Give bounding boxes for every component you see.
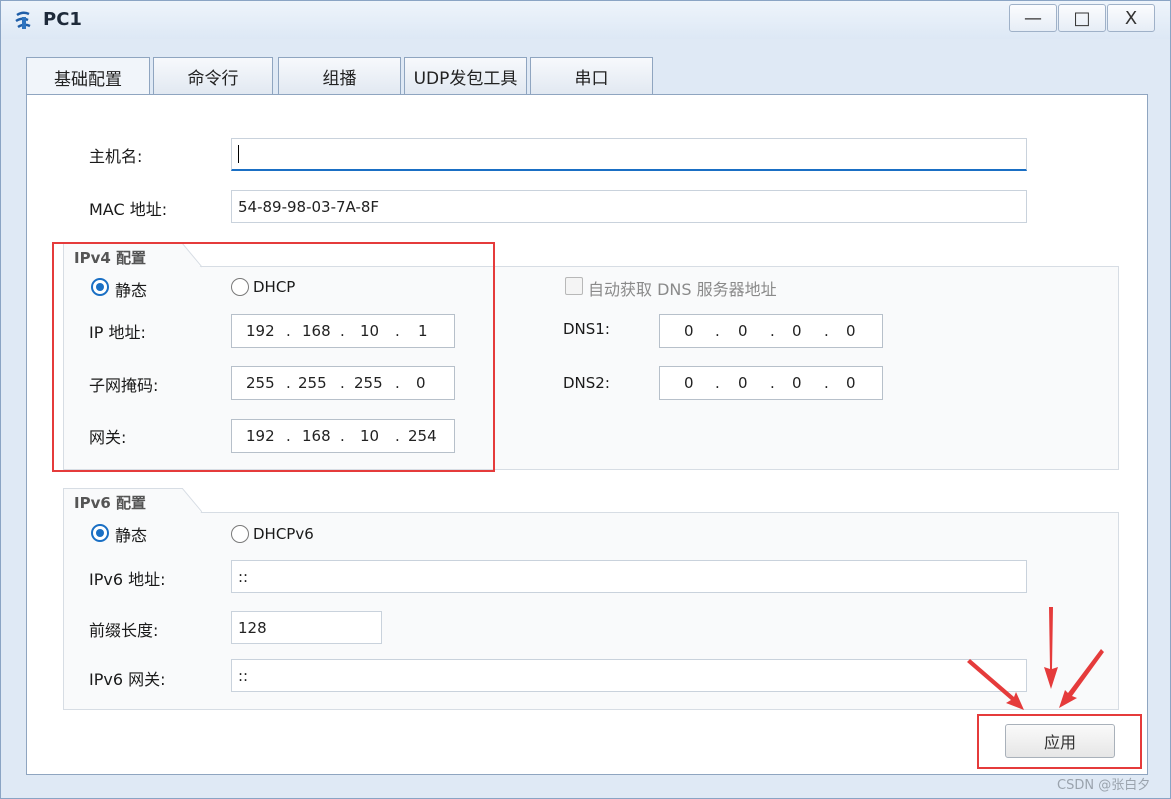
ipv4-highlight-box <box>52 242 495 472</box>
tab-command-line[interactable]: 命令行 <box>153 57 273 95</box>
dns2-octet-1: 0 <box>684 374 694 392</box>
close-icon: X <box>1124 7 1138 29</box>
ipv6-gateway-label: IPv6 网关: <box>89 670 166 689</box>
ipv6-address-label: IPv6 地址: <box>89 570 166 589</box>
title-bar[interactable]: PC1 — □ X <box>1 1 1170 39</box>
dns2-input[interactable]: 0 . 0 . 0 . 0 <box>659 366 883 400</box>
dns1-octet-1: 0 <box>684 322 694 340</box>
mac-field: 54-89-98-03-7A-8F <box>231 190 1027 223</box>
pc1-window: PC1 — □ X 基础配置 命令行 组播 UDP发包工具 串口 主机名: MA… <box>0 0 1171 799</box>
red-arrows-icon <box>967 607 1104 710</box>
dns1-input[interactable]: 0 . 0 . 0 . 0 <box>659 314 883 348</box>
auto-dns-label: 自动获取 DNS 服务器地址 <box>588 280 777 299</box>
dns1-octet-4: 0 <box>846 322 856 340</box>
text-caret <box>238 145 239 163</box>
ipv6-group-tab-edge <box>182 488 202 514</box>
dns2-octet-4: 0 <box>846 374 856 392</box>
watermark-text: CSDN @张白夕 <box>1057 778 1151 793</box>
close-button[interactable]: X <box>1107 4 1155 32</box>
ipv6-static-label: 静态 <box>115 526 148 545</box>
ipv6-address-input[interactable]: :: <box>231 560 1027 593</box>
hostname-label: 主机名: <box>89 147 143 166</box>
hostname-input[interactable] <box>231 138 1027 171</box>
ipv6-dhcpv6-radio[interactable] <box>231 525 249 543</box>
tab-multicast[interactable]: 组播 <box>278 57 401 95</box>
window-title: PC1 <box>43 9 82 30</box>
tab-basic-config[interactable]: 基础配置 <box>26 57 150 97</box>
minimize-button[interactable]: — <box>1009 4 1057 32</box>
ipv6-static-radio[interactable] <box>91 524 109 542</box>
ipv6-group-title: IPv6 配置 <box>63 488 183 514</box>
dns2-octet-2: 0 <box>738 374 748 392</box>
dns2-label: DNS2: <box>563 374 610 392</box>
maximize-button[interactable]: □ <box>1058 4 1106 32</box>
tab-udp-tool[interactable]: UDP发包工具 <box>404 57 527 95</box>
ipv6-dhcpv6-label: DHCPv6 <box>253 525 314 543</box>
dns1-octet-2: 0 <box>738 322 748 340</box>
tab-serial[interactable]: 串口 <box>530 57 653 95</box>
prefix-length-label: 前缀长度: <box>89 621 159 640</box>
mac-label: MAC 地址: <box>89 200 168 219</box>
dns2-octet-3: 0 <box>792 374 802 392</box>
ipv6-gateway-input[interactable]: :: <box>231 659 1027 692</box>
prefix-length-input[interactable]: 128 <box>231 611 382 644</box>
pc-app-icon <box>15 11 31 29</box>
maximize-icon: □ <box>1073 7 1091 29</box>
minimize-icon: — <box>1024 7 1042 29</box>
auto-dns-checkbox[interactable] <box>565 277 583 295</box>
apply-button[interactable]: 应用 <box>1005 724 1115 758</box>
dns1-octet-3: 0 <box>792 322 802 340</box>
dns1-label: DNS1: <box>563 320 610 338</box>
